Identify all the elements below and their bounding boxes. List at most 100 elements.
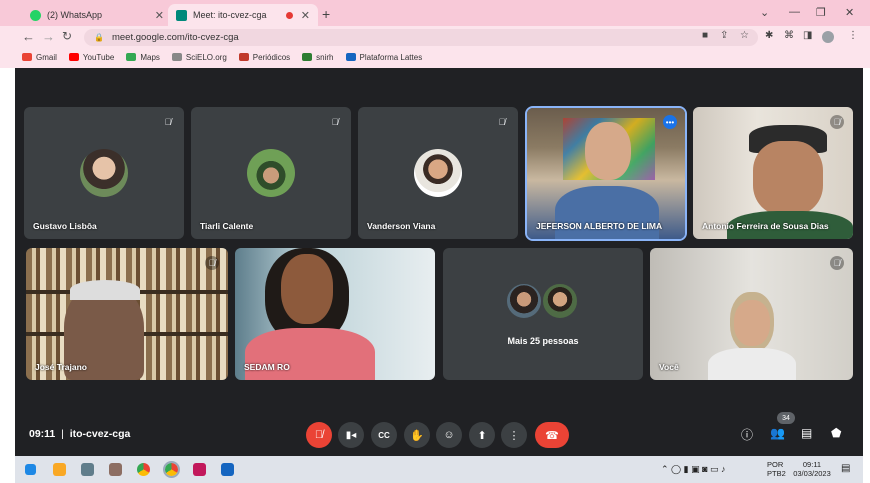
avatar [505, 282, 543, 320]
browser-chrome: (2) WhatsApp ✕ Meet: ito-cvez-cga ✕ + ⌄ … [0, 0, 870, 68]
present-screen-icon: ⬆ [477, 429, 487, 442]
tab-meet[interactable]: Meet: ito-cvez-cga ✕ [168, 4, 318, 26]
mic-off-icon: 🎙̸ [331, 117, 339, 127]
more-options-button[interactable]: ⋮ [501, 422, 527, 448]
tab-whatsapp[interactable]: (2) WhatsApp ✕ [22, 4, 172, 26]
meeting-time: 09:11 [29, 428, 56, 440]
raise-hand-button[interactable]: ✋ [404, 422, 430, 448]
avatar [247, 149, 295, 197]
participant-tile[interactable]: 🎙̸ Tiarli Calente [191, 107, 351, 239]
navigation-bar: ← → ↻ 🔒 meet.google.com/ito-cvez-cga ■ ⇪… [0, 26, 870, 48]
input-language[interactable]: POR PTB2 [767, 460, 786, 478]
forward-icon[interactable]: → [42, 29, 55, 44]
participant-tile-group[interactable]: Mais 25 pessoas [443, 248, 643, 380]
share-icon[interactable]: ⇪ [720, 30, 728, 41]
lock-icon: 🔒 [94, 33, 104, 42]
activities-icon[interactable]: ⬟ [831, 426, 841, 440]
bookmark-snirh[interactable]: snirh [302, 53, 334, 62]
separator: | [61, 428, 64, 440]
recording-indicator-icon [285, 11, 293, 19]
emoji-icon: ☺ [443, 429, 455, 441]
present-button[interactable]: ⬆ [469, 422, 495, 448]
chat-icon[interactable]: ▤ [801, 426, 812, 440]
avatar [541, 282, 579, 320]
camera-button[interactable]: ▮◂ [338, 422, 364, 448]
system-clock[interactable]: 09:11 03/03/2023 [792, 460, 832, 478]
bookmark-star-icon[interactable]: ☆ [740, 30, 749, 41]
bookmark-maps[interactable]: Maps [126, 53, 160, 62]
close-tab-icon[interactable]: ✕ [155, 9, 164, 22]
profile-avatar[interactable] [822, 31, 834, 43]
bookmark-gmail[interactable]: Gmail [22, 53, 57, 62]
notifications-icon[interactable]: ▤ [841, 464, 850, 474]
participant-tile[interactable]: 🎙̸ José Trajano [26, 248, 228, 380]
app-icon[interactable] [109, 463, 122, 476]
mic-off-icon: 🎙̸ [830, 115, 844, 129]
periodicos-icon [238, 53, 249, 61]
snirh-icon [302, 53, 313, 61]
tab-title: (2) WhatsApp [47, 10, 103, 20]
address-bar[interactable]: 🔒 meet.google.com/ito-cvez-cga [84, 29, 758, 46]
extensions-puzzle-icon[interactable]: ⌘ [784, 30, 794, 41]
window-close-icon[interactable]: ✕ [845, 6, 854, 19]
reload-icon[interactable]: ↻ [62, 29, 72, 43]
participant-name: Vanderson Viana [367, 221, 436, 231]
tab-strip: (2) WhatsApp ✕ Meet: ito-cvez-cga ✕ + ⌄ … [0, 0, 870, 26]
app-icon[interactable] [221, 463, 234, 476]
app-icon[interactable] [81, 463, 94, 476]
mic-off-icon: 🎙̸ [314, 429, 324, 441]
participant-name: Você [659, 362, 679, 372]
extension-icon[interactable]: ✱ [765, 30, 773, 41]
bookmark-lattes[interactable]: Plataforma Lattes [345, 52, 423, 62]
people-icon[interactable]: 👥 [770, 426, 785, 440]
participant-count-badge: 34 [777, 412, 795, 424]
clock-time: 09:11 [802, 460, 822, 469]
chrome-active-icon[interactable] [163, 461, 180, 478]
participant-tile[interactable]: 🎙̸ Vanderson Viana [358, 107, 518, 239]
chrome-icon[interactable] [137, 463, 150, 476]
tab-search-icon[interactable]: ⌄ [760, 6, 769, 19]
avatar [414, 149, 462, 197]
new-tab-button[interactable]: + [322, 6, 330, 22]
file-explorer-icon[interactable] [53, 463, 66, 476]
video-feed [26, 248, 228, 380]
captions-button[interactable]: CC [371, 422, 397, 448]
close-tab-icon[interactable]: ✕ [301, 9, 310, 22]
avatar [80, 149, 128, 197]
end-call-button[interactable]: ☎ [535, 422, 569, 448]
windows-start-icon[interactable] [25, 464, 36, 475]
minimize-icon[interactable]: — [789, 6, 800, 18]
menu-kebab-icon[interactable]: ⋮ [848, 30, 858, 41]
restore-icon[interactable]: ❐ [816, 6, 826, 19]
bookmark-scielo[interactable]: SciELO.org [171, 53, 227, 62]
reactions-button[interactable]: ☺ [436, 422, 462, 448]
participant-tile[interactable]: 🎙̸ Antonio Ferreira de Sousa Dias [693, 107, 853, 239]
mic-off-button[interactable]: 🎙̸ [306, 422, 332, 448]
whatsapp-icon [30, 9, 41, 21]
bookmarks-bar: Gmail YouTube Maps SciELO.org Periódicos… [0, 48, 870, 66]
mic-off-icon: 🎙̸ [830, 256, 844, 270]
side-panel-icon[interactable]: ◨ [803, 30, 812, 41]
more-people-label: Mais 25 pessoas [507, 336, 579, 346]
bookmark-youtube[interactable]: YouTube [68, 53, 114, 62]
tray-icons[interactable]: ⌃ ◯ ▮ ▣ ◙ ▭ ♪ [661, 465, 726, 474]
participant-tile[interactable]: SEDAM RO [235, 248, 435, 380]
hang-up-icon: ☎ [545, 429, 559, 442]
participant-tile[interactable]: 🎙̸ Gustavo Lisbôa [24, 107, 184, 239]
lattes-icon [345, 53, 356, 61]
os-taskbar: ⌃ ◯ ▮ ▣ ◙ ▭ ♪ POR PTB2 09:11 03/03/2023 … [15, 456, 863, 483]
app-icon[interactable] [193, 463, 206, 476]
bookmark-periodicos[interactable]: Periódicos [238, 53, 290, 62]
back-icon[interactable]: ← [22, 29, 35, 44]
participant-tile-self[interactable]: 🎙̸ Você [650, 248, 853, 380]
info-icon[interactable]: ⓘ [741, 426, 753, 443]
captions-icon: CC [378, 430, 390, 440]
participant-tile-active-speaker[interactable]: ••• JEFERSON ALBERTO DE LIMA [525, 106, 687, 241]
bookmark-label: Plataforma Lattes [359, 52, 423, 62]
participant-name: JEFERSON ALBERTO DE LIMA [536, 221, 663, 231]
youtube-icon [68, 53, 79, 61]
camera-in-use-icon[interactable]: ■ [702, 30, 708, 41]
scielo-icon [171, 53, 182, 61]
meet-stage: 🎙̸ Gustavo Lisbôa 🎙̸ Tiarli Calente 🎙̸ V… [15, 68, 863, 456]
more-options-icon[interactable]: ••• [663, 115, 677, 129]
